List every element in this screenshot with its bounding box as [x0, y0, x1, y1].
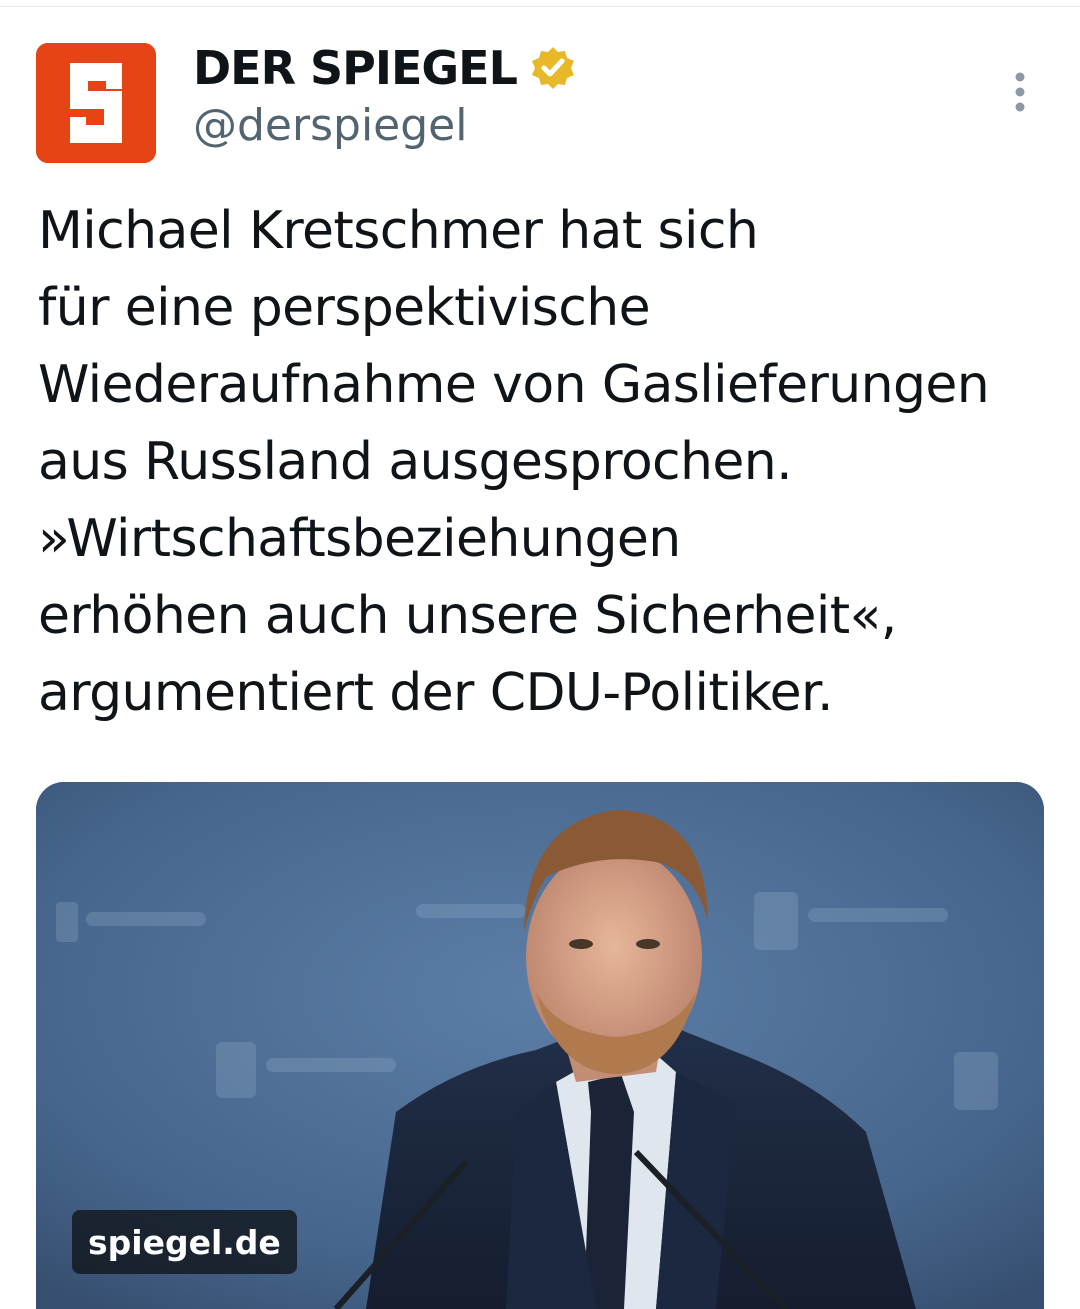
link-card[interactable]: spiegel.de [36, 782, 1044, 1309]
tweet-text-line: für eine perspektivische [38, 278, 651, 338]
tweet-text-line: argumentiert der CDU-Politiker. [38, 663, 834, 723]
tweet-text-line: Wiederaufnahme von Gaslieferungen [38, 355, 990, 415]
avatar[interactable] [36, 43, 156, 163]
spiegel-logo-icon [36, 43, 156, 163]
link-domain-badge: spiegel.de [72, 1210, 297, 1274]
author-handle[interactable]: @derspiegel [193, 100, 467, 151]
more-vertical-icon [1015, 72, 1025, 112]
top-divider [0, 0, 1080, 7]
author-name-text: DER SPIEGEL [193, 41, 518, 95]
tweet-text-line: »Wirtschaftsbeziehungen [38, 509, 681, 569]
verified-badge-icon [529, 44, 577, 92]
tweet-text-line: aus Russland ausgesprochen. [38, 432, 793, 492]
tweet-text-line: Michael Kretschmer hat sich [38, 201, 759, 261]
more-options-button[interactable] [996, 64, 1044, 120]
author-name[interactable]: DER SPIEGEL [193, 36, 577, 100]
tweet-text: Michael Kretschmer hat sich für eine per… [38, 193, 1058, 732]
tweet-text-line: erhöhen auch unsere Sicherheit«, [38, 586, 897, 646]
